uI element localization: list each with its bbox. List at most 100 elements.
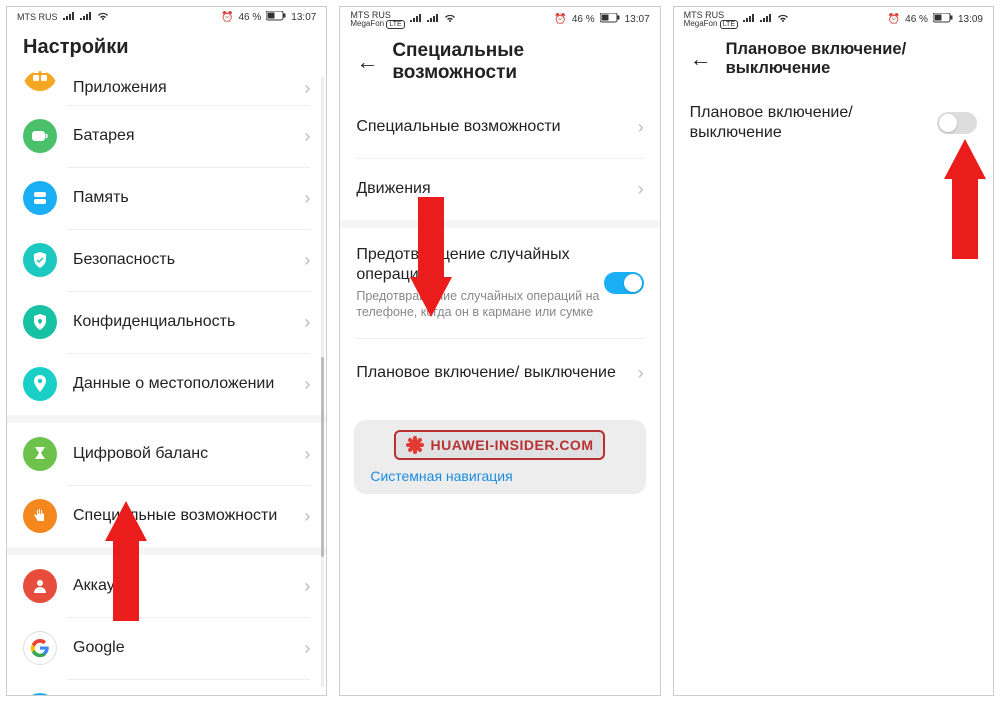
item-label: Плановое включение/ выключение bbox=[356, 363, 637, 383]
list-item-motions[interactable]: Движения › bbox=[340, 158, 659, 220]
wifi-icon bbox=[777, 13, 789, 26]
settings-list[interactable]: Батарея › Память › Безопасность › Конфид… bbox=[7, 105, 326, 696]
chevron-right-icon: › bbox=[304, 312, 310, 333]
battery-percent: 46 % bbox=[905, 14, 928, 25]
phone-screen-3: MTS RUSMegaFon LTE ⏰ 46 % 13:09 ← Планов… bbox=[673, 6, 994, 696]
scheduled-power-header: ← Плановое включение/выключение bbox=[674, 30, 993, 90]
item-label: Аккау bbox=[73, 576, 304, 596]
chevron-right-icon: › bbox=[304, 638, 310, 659]
scheduled-power-list: Плановое включение/ выключение bbox=[674, 90, 993, 695]
chevron-right-icon: › bbox=[304, 126, 310, 147]
storage-icon bbox=[23, 181, 57, 215]
hand-icon bbox=[23, 499, 57, 533]
alarm-icon: ⏰ bbox=[221, 12, 233, 23]
item-label: Движения bbox=[356, 179, 637, 199]
chevron-right-icon: › bbox=[638, 117, 644, 138]
section-separator bbox=[340, 220, 659, 228]
list-item-google[interactable]: Google › bbox=[7, 617, 326, 679]
carrier-label: MTS RUSMegaFon LTE bbox=[684, 11, 738, 28]
battery-icon bbox=[266, 11, 286, 24]
list-item-scheduled-power[interactable]: Плановое включение/ выключение › bbox=[340, 338, 659, 408]
alarm-icon: ⏰ bbox=[888, 14, 900, 25]
shield-icon bbox=[23, 243, 57, 277]
item-label: Безопасность bbox=[73, 250, 304, 270]
hourglass-icon bbox=[23, 437, 57, 471]
item-label: Конфиденциальность bbox=[73, 312, 304, 332]
battery-icon bbox=[23, 119, 57, 153]
accessibility-header: ← Специальные возможности bbox=[340, 30, 659, 96]
location-pin-icon bbox=[23, 367, 57, 401]
list-item-apps-partial[interactable]: Приложения › bbox=[7, 71, 326, 105]
list-item-accessibility[interactable]: Специальные возможности › bbox=[340, 96, 659, 158]
page-title: Настройки bbox=[23, 36, 129, 59]
chevron-right-icon: › bbox=[304, 188, 310, 209]
chevron-right-icon: › bbox=[304, 78, 310, 99]
list-item-system[interactable]: Система и обновления › bbox=[7, 679, 326, 696]
chevron-right-icon: › bbox=[304, 250, 310, 271]
carrier-label: MTS RUS bbox=[17, 13, 58, 22]
google-icon bbox=[23, 631, 57, 665]
list-item-security[interactable]: Безопасность › bbox=[7, 229, 326, 291]
item-label: Предотвращение случайных операций Предот… bbox=[356, 245, 603, 320]
watermark-box: HUAWEI-INSIDER.COM Системная навигация bbox=[354, 420, 645, 494]
list-item-battery[interactable]: Батарея › bbox=[7, 105, 326, 167]
item-label: Цифровой баланс bbox=[73, 444, 304, 464]
status-bar: MTS RUSMegaFon LTE ⏰ 46 % 13:07 bbox=[340, 7, 659, 30]
battery-icon bbox=[600, 13, 620, 26]
scrollbar-thumb[interactable] bbox=[321, 357, 324, 557]
chevron-right-icon: › bbox=[638, 363, 644, 384]
signal-icon bbox=[743, 14, 755, 26]
clock-label: 13:09 bbox=[958, 14, 983, 25]
clock-label: 13:07 bbox=[291, 12, 316, 23]
watermark-badge: HUAWEI-INSIDER.COM bbox=[394, 430, 605, 460]
chevron-right-icon: › bbox=[304, 576, 310, 597]
list-item-storage[interactable]: Память › bbox=[7, 167, 326, 229]
signal-icon-2 bbox=[760, 14, 772, 26]
list-item-accounts[interactable]: Аккау › bbox=[7, 555, 326, 617]
shield-lock-icon bbox=[23, 305, 57, 339]
accessibility-list[interactable]: Специальные возможности › Движения › Пре… bbox=[340, 96, 659, 695]
huawei-logo-icon bbox=[406, 436, 424, 454]
back-arrow-icon[interactable]: ← bbox=[690, 46, 712, 72]
page-title: Специальные возможности bbox=[392, 40, 643, 84]
section-separator bbox=[7, 547, 326, 555]
item-label: Приложения bbox=[73, 78, 304, 98]
item-label: Google bbox=[73, 638, 304, 658]
list-item-prevent-touches[interactable]: Предотвращение случайных операций Предот… bbox=[340, 228, 659, 338]
item-label: Специальные возможности bbox=[356, 117, 637, 137]
battery-icon bbox=[933, 13, 953, 26]
toggle-prevent-touches[interactable] bbox=[604, 272, 644, 294]
chevron-right-icon: › bbox=[638, 179, 644, 200]
wifi-icon bbox=[97, 11, 109, 24]
status-bar: MTS RUS ⏰ 46 % 13:07 bbox=[7, 7, 326, 26]
carrier-label: MTS RUSMegaFon LTE bbox=[350, 11, 404, 28]
alarm-icon: ⏰ bbox=[554, 14, 566, 25]
settings-header: Настройки bbox=[7, 26, 326, 71]
clock-label: 13:07 bbox=[625, 14, 650, 25]
toggle-scheduled-power[interactable] bbox=[937, 112, 977, 134]
signal-icon bbox=[63, 12, 75, 24]
list-item-digital-balance[interactable]: Цифровой баланс › bbox=[7, 423, 326, 485]
battery-percent: 46 % bbox=[239, 12, 262, 23]
list-item-location[interactable]: Данные о местоположении › bbox=[7, 353, 326, 415]
person-icon bbox=[23, 569, 57, 603]
watermark-text: HUAWEI-INSIDER.COM bbox=[430, 437, 593, 453]
back-arrow-icon[interactable]: ← bbox=[356, 49, 378, 75]
battery-percent: 46 % bbox=[572, 14, 595, 25]
phone-screen-2: MTS RUSMegaFon LTE ⏰ 46 % 13:07 ← Специа… bbox=[339, 6, 660, 696]
system-icon bbox=[23, 693, 57, 696]
list-item-privacy[interactable]: Конфиденциальность › bbox=[7, 291, 326, 353]
phone-screen-1: MTS RUS ⏰ 46 % 13:07 Настройки Прило bbox=[6, 6, 327, 696]
system-navigation-link[interactable]: Системная навигация bbox=[366, 468, 633, 484]
list-item-accessibility[interactable]: Специальные возможности › bbox=[7, 485, 326, 547]
chevron-right-icon: › bbox=[304, 374, 310, 395]
scrollbar[interactable] bbox=[321, 77, 324, 687]
chevron-right-icon: › bbox=[304, 506, 310, 527]
list-item-scheduled-toggle[interactable]: Плановое включение/ выключение bbox=[674, 90, 993, 156]
item-label: Специальные возможности bbox=[73, 506, 304, 526]
item-label: Память bbox=[73, 188, 304, 208]
section-separator bbox=[7, 415, 326, 423]
chevron-right-icon: › bbox=[304, 444, 310, 465]
page-title: Плановое включение/выключение bbox=[726, 40, 977, 78]
item-label: Плановое включение/ выключение bbox=[690, 103, 937, 143]
